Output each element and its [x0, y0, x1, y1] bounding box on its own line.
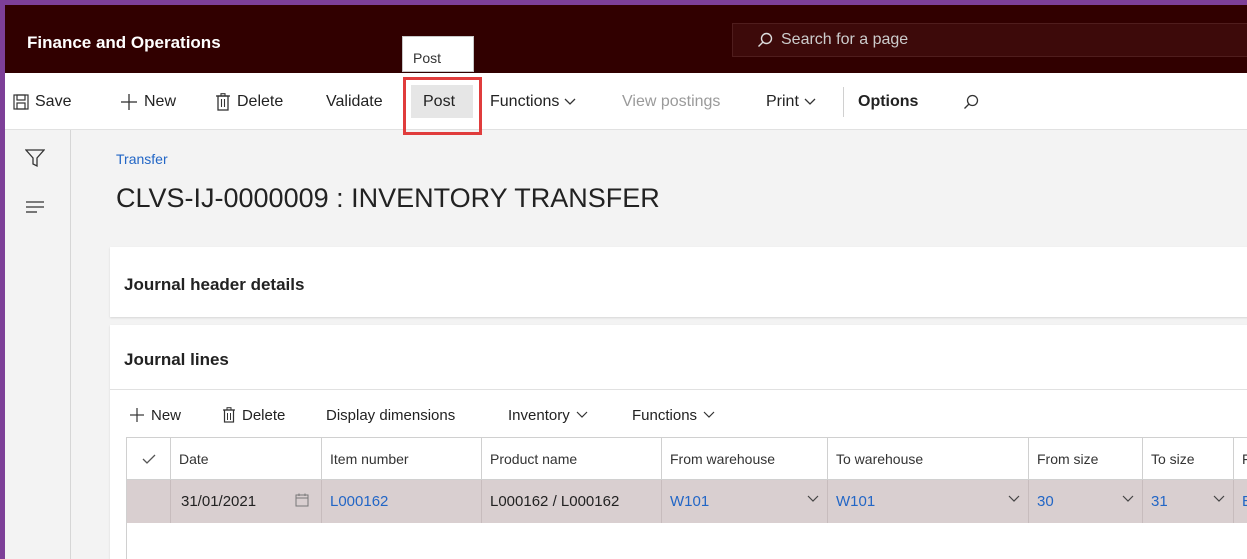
chevron-down-icon[interactable]: [1122, 495, 1134, 503]
print-menu-button[interactable]: Print: [766, 73, 816, 130]
from-size-cell[interactable]: 30: [1029, 480, 1143, 523]
table-row[interactable]: 31/01/2021 L000162 L000162 / L000162 W10…: [127, 480, 1247, 523]
save-button[interactable]: Save: [13, 73, 71, 130]
search-icon: [964, 94, 979, 109]
lines-new-button[interactable]: New: [129, 398, 181, 432]
chevron-down-icon[interactable]: [807, 495, 819, 503]
page-title: CLVS-IJ-0000009 : INVENTORY TRANSFER: [116, 183, 660, 213]
breadcrumb[interactable]: Transfer: [116, 151, 168, 167]
new-button[interactable]: New: [120, 73, 176, 130]
lines-new-label: New: [151, 406, 182, 424]
toolbar-search-button[interactable]: [963, 73, 985, 130]
calendar-icon[interactable]: [295, 493, 309, 507]
post-highlight-box: [403, 77, 482, 135]
delete-button[interactable]: Delete: [215, 73, 283, 130]
validate-button[interactable]: Validate: [326, 73, 383, 130]
add-icon: [130, 408, 144, 422]
from-warehouse-value: W101: [670, 493, 710, 510]
chevron-down-icon: [703, 411, 715, 418]
action-toolbar: Save New Delete Validate Post Functions: [5, 73, 1247, 135]
functions-menu-button[interactable]: Functions: [490, 73, 576, 130]
column-header-date[interactable]: Date: [171, 438, 322, 480]
toolbar-divider: [843, 87, 844, 117]
chevron-down-icon[interactable]: [1213, 495, 1225, 503]
column-header-product-name[interactable]: Product name: [482, 438, 662, 480]
row-selector[interactable]: [127, 480, 171, 523]
inventory-menu-button[interactable]: Inventory: [508, 398, 594, 432]
journal-header-details-card[interactable]: Journal header details: [110, 247, 1247, 317]
column-header-from-warehouse[interactable]: From warehouse: [662, 438, 828, 480]
lines-delete-button[interactable]: Delete: [222, 398, 285, 432]
lines-delete-label: Delete: [242, 406, 286, 424]
trash-icon: [216, 92, 230, 111]
view-postings-button[interactable]: View postings: [622, 73, 720, 130]
to-size-cell[interactable]: 31: [1143, 480, 1234, 523]
print-label: Print: [766, 92, 799, 110]
trash-icon: [223, 407, 235, 423]
date-value: 31/01/2021: [181, 493, 257, 510]
app-title: Finance and Operations: [27, 33, 221, 52]
checkmark-icon: [142, 454, 155, 464]
list-icon[interactable]: [25, 200, 45, 214]
to-size-value: 31: [1151, 493, 1168, 510]
product-name-cell: L000162 / L000162: [482, 480, 662, 523]
select-all-checkbox[interactable]: [127, 438, 171, 480]
new-label: New: [144, 92, 177, 110]
save-label: Save: [35, 92, 72, 110]
delete-label: Delete: [237, 92, 284, 110]
journal-header-details-title[interactable]: Journal header details: [124, 275, 304, 295]
functions-label: Functions: [490, 92, 560, 110]
save-icon: [13, 93, 29, 110]
to-warehouse-cell[interactable]: W101: [828, 480, 1029, 523]
add-icon: [121, 93, 137, 110]
column-header-next[interactable]: F: [1234, 438, 1247, 480]
post-tooltip: Post: [402, 36, 474, 72]
to-warehouse-value: W101: [836, 493, 876, 510]
lines-functions-menu-button[interactable]: Functions: [632, 398, 721, 432]
lines-functions-label: Functions: [632, 406, 698, 424]
inventory-label: Inventory: [508, 406, 570, 424]
left-nav: [5, 130, 71, 559]
column-header-item-number[interactable]: Item number: [322, 438, 482, 480]
column-header-to-size[interactable]: To size: [1143, 438, 1234, 480]
date-cell[interactable]: 31/01/2021: [171, 480, 322, 523]
top-bar: Finance and Operations Search for a page: [5, 5, 1247, 73]
filter-icon[interactable]: [25, 148, 45, 168]
chevron-down-icon[interactable]: [1008, 495, 1020, 503]
from-warehouse-cell[interactable]: W101: [662, 480, 828, 523]
journal-lines-title[interactable]: Journal lines: [124, 350, 229, 370]
chevron-down-icon: [804, 98, 816, 105]
search-icon: [758, 32, 773, 47]
search-box[interactable]: Search for a page: [732, 23, 1247, 57]
chevron-down-icon: [576, 411, 588, 418]
item-number-cell[interactable]: L000162: [322, 480, 482, 523]
app-window: Finance and Operations Search for a page…: [0, 0, 1247, 559]
from-size-value: 30: [1037, 493, 1054, 510]
column-header-from-size[interactable]: From size: [1029, 438, 1143, 480]
chevron-down-icon: [564, 98, 576, 105]
display-dimensions-button[interactable]: Display dimensions: [326, 398, 455, 432]
section-divider: [110, 389, 1247, 390]
column-header-to-warehouse[interactable]: To warehouse: [828, 438, 1029, 480]
next-cell[interactable]: B: [1234, 480, 1247, 523]
search-placeholder[interactable]: Search for a page: [781, 31, 908, 49]
journal-lines-grid: Date Item number Product name From wareh…: [126, 437, 1247, 559]
options-tab[interactable]: Options: [858, 73, 918, 130]
